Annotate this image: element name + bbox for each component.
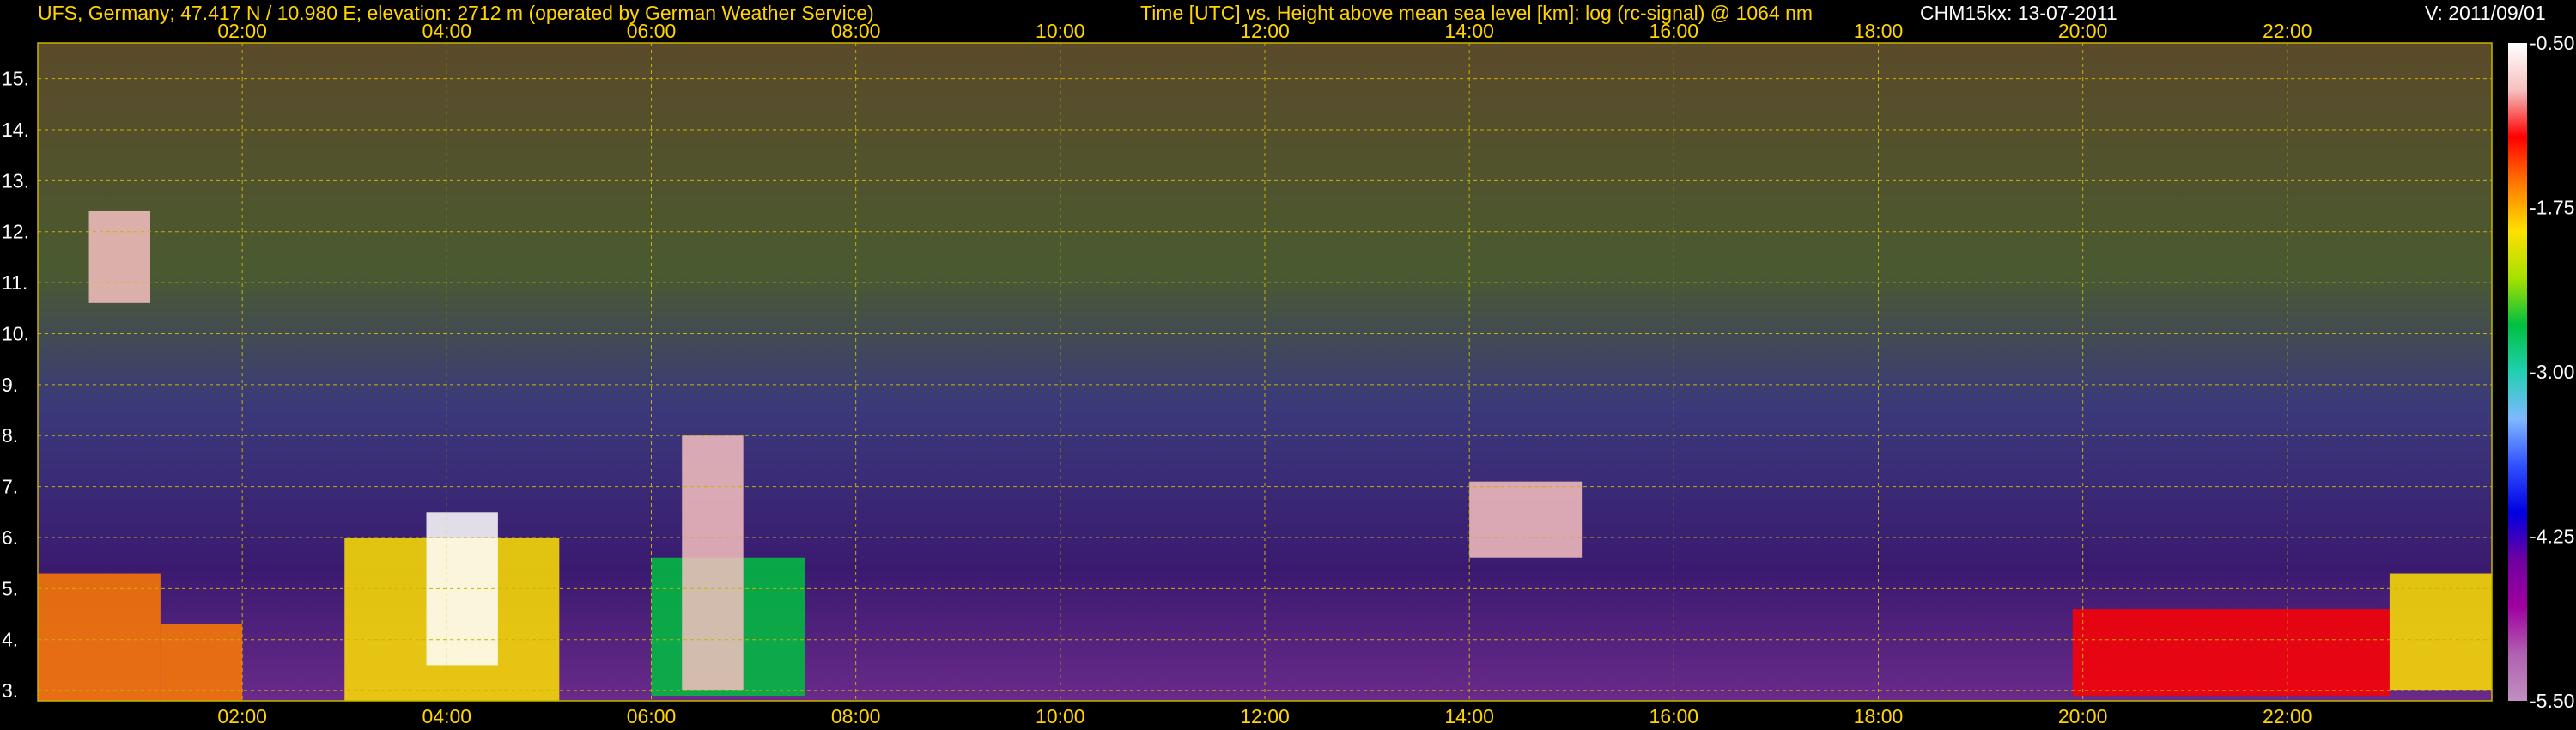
y-tick-label: 14. <box>2 119 29 141</box>
y-tick-label: 12. <box>2 221 29 243</box>
y-tick-label: 10. <box>2 322 29 344</box>
x-tick-label-top: 14:00 <box>1444 20 1494 42</box>
colorbar-label: -0.50 <box>2530 32 2574 54</box>
colorbar-label: -3.00 <box>2530 361 2574 383</box>
signal-layer <box>2389 573 2492 691</box>
signal-layer <box>160 624 243 701</box>
x-tick-label-bottom: 10:00 <box>1036 705 1085 727</box>
x-tick-label-bottom: 04:00 <box>422 705 472 727</box>
x-tick-label-top: 18:00 <box>1854 20 1904 42</box>
x-tick-label-top: 10:00 <box>1036 20 1085 42</box>
y-tick-label: 8. <box>2 424 18 447</box>
x-tick-label-top: 12:00 <box>1240 20 1290 42</box>
x-tick-label-bottom: 08:00 <box>831 705 881 727</box>
x-tick-label-top: 02:00 <box>217 20 267 42</box>
y-tick-label: 4. <box>2 629 18 651</box>
x-tick-label-bottom: 18:00 <box>1854 705 1904 727</box>
x-tick-label-bottom: 20:00 <box>2058 705 2108 727</box>
x-tick-label-bottom: 02:00 <box>217 705 267 727</box>
ceilometer-heatmap: 02:00 02:00 04:00 04:00 06:00 06:00 08:00 08:00… <box>2 20 2574 727</box>
colorbar-label: -4.25 <box>2530 526 2574 548</box>
signal-layer <box>38 573 161 701</box>
x-tick-label-top: 08:00 <box>831 20 881 42</box>
colorbar-label: -5.50 <box>2530 690 2574 712</box>
colorbar-label: -1.75 <box>2530 197 2574 219</box>
y-tick-label: 7. <box>2 476 18 498</box>
signal-layer <box>2072 609 2390 697</box>
signal-layer <box>682 435 744 691</box>
y-tick-label: 3. <box>2 679 18 702</box>
x-tick-label-bottom: 14:00 <box>1444 705 1494 727</box>
x-tick-label-top: 04:00 <box>422 20 472 42</box>
y-tick-label: 9. <box>2 374 18 396</box>
x-tick-label-bottom: 22:00 <box>2263 705 2312 727</box>
x-tick-label-bottom: 06:00 <box>627 705 677 727</box>
x-tick-label-top: 20:00 <box>2058 20 2108 42</box>
x-tick-label-top: 16:00 <box>1649 20 1699 42</box>
x-tick-label-bottom: 12:00 <box>1240 705 1290 727</box>
colorbar-scale <box>2508 43 2527 701</box>
y-tick-label: 15. <box>2 68 29 90</box>
y-tick-label: 5. <box>2 577 18 599</box>
y-tick-label: 6. <box>2 526 18 549</box>
signal-layer <box>1469 481 1583 558</box>
signal-layer <box>88 210 150 303</box>
y-tick-label: 11. <box>2 271 27 294</box>
y-tick-label: 13. <box>2 169 29 192</box>
x-tick-label-bottom: 16:00 <box>1649 705 1699 727</box>
x-tick-label-top: 22:00 <box>2263 20 2312 42</box>
x-tick-label-top: 06:00 <box>627 20 677 42</box>
